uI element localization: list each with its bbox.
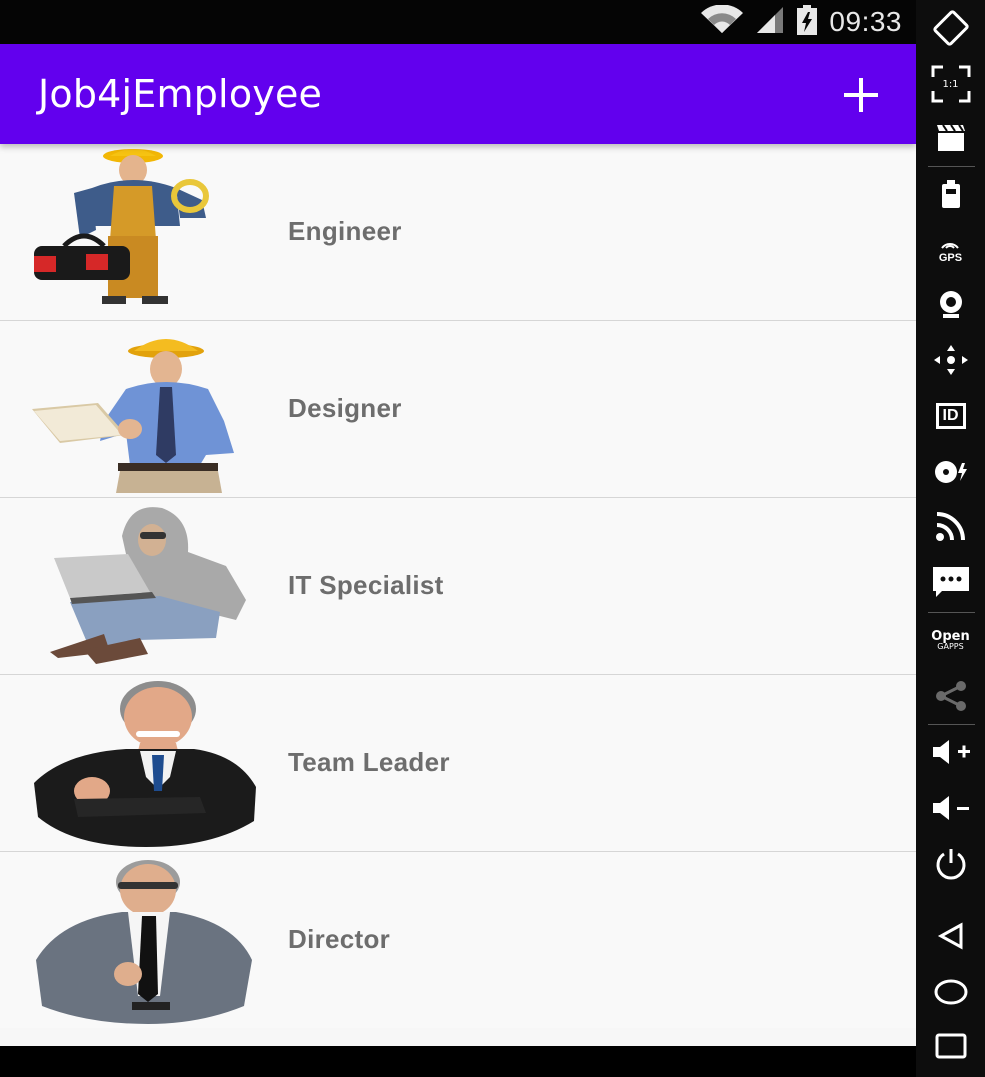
aspect-ratio-button[interactable]: 1:1 — [926, 64, 975, 104]
list-item-it-specialist[interactable]: IT Specialist — [0, 498, 916, 675]
network-button[interactable] — [926, 506, 975, 546]
opengapps-icon: Open GAPPS — [931, 630, 969, 651]
opengapps-button[interactable]: Open GAPPS — [926, 620, 975, 660]
share-icon — [935, 681, 966, 711]
device-id-button[interactable]: ID — [926, 396, 975, 436]
directional-pad-icon — [933, 345, 968, 375]
screen-record-button[interactable] — [926, 118, 975, 158]
plus-icon — [844, 78, 878, 112]
volume-down-button[interactable] — [926, 788, 975, 828]
home-circle-icon — [934, 979, 967, 1005]
sms-button[interactable] — [926, 562, 975, 602]
volume-up-button[interactable] — [926, 732, 975, 772]
employee-list: Engineer Designer IT Specialist Team Lea… — [0, 144, 916, 1028]
home-button[interactable] — [926, 972, 975, 1012]
gps-icon: GPS — [939, 237, 962, 264]
battery-icon — [795, 4, 819, 41]
volume-up-icon — [932, 740, 970, 764]
opengapps-line2: GAPPS — [937, 641, 964, 651]
aspect-ratio-label: 1:1 — [942, 78, 959, 90]
share-button[interactable] — [926, 676, 975, 716]
battery-icon — [941, 180, 960, 208]
opengapps-line1: Open — [931, 628, 970, 644]
gps-button[interactable]: GPS — [926, 230, 975, 270]
id-card-icon: ID — [935, 403, 966, 429]
employee-label: Engineer — [288, 216, 402, 246]
rss-icon — [935, 512, 965, 541]
overview-button[interactable] — [926, 1026, 975, 1066]
power-button[interactable] — [926, 844, 975, 884]
cell-signal-icon — [755, 5, 785, 40]
list-item-team-leader[interactable]: Team Leader — [0, 675, 916, 852]
phone-screen: 09:33 Job4jEmployee Engineer Designer IT… — [0, 0, 916, 1077]
designer-photo — [32, 339, 234, 493]
id-label: ID — [942, 407, 959, 424]
engineer-photo — [34, 149, 209, 304]
recent-apps-square-icon — [935, 1033, 966, 1059]
employee-label: Designer — [288, 393, 402, 423]
dpad-button[interactable] — [926, 340, 975, 380]
disk-button[interactable] — [926, 452, 975, 492]
status-clock: 09:33 — [829, 6, 902, 37]
rotate-icon — [932, 10, 969, 46]
employee-label: Team Leader — [288, 747, 450, 777]
add-button[interactable] — [840, 74, 882, 116]
disc-flash-icon — [934, 461, 967, 483]
volume-down-icon — [932, 796, 969, 820]
battery-button[interactable] — [926, 174, 975, 214]
system-navigation-bar — [0, 1046, 916, 1077]
back-button[interactable] — [926, 916, 975, 956]
camera-button[interactable] — [926, 284, 975, 324]
list-item-designer[interactable]: Designer — [0, 321, 916, 498]
app-bar: Job4jEmployee — [0, 44, 916, 144]
team-leader-photo — [34, 681, 256, 847]
emulator-side-panel: 1:1 GPS ID Open GAPPS — [916, 0, 985, 1077]
employee-label: Director — [288, 924, 391, 954]
status-bar: 09:33 — [0, 0, 916, 44]
app-title: Job4jEmployee — [38, 72, 323, 116]
panel-divider — [928, 612, 975, 613]
list-item-director[interactable]: Director — [0, 852, 916, 1028]
it-specialist-photo — [50, 507, 246, 664]
back-triangle-icon — [937, 922, 962, 950]
gps-label: GPS — [938, 251, 963, 264]
power-icon — [936, 849, 965, 880]
message-icon — [932, 567, 969, 597]
rotate-button[interactable] — [926, 8, 975, 48]
list-item-engineer[interactable]: Engineer — [0, 144, 916, 321]
clapperboard-icon — [936, 124, 965, 151]
employee-label: IT Specialist — [288, 570, 444, 600]
status-icons: 09:33 — [699, 3, 902, 41]
panel-divider — [928, 724, 975, 725]
director-photo — [36, 860, 252, 1024]
panel-divider — [928, 166, 975, 167]
wifi-icon — [699, 3, 745, 40]
webcam-icon — [939, 291, 962, 318]
